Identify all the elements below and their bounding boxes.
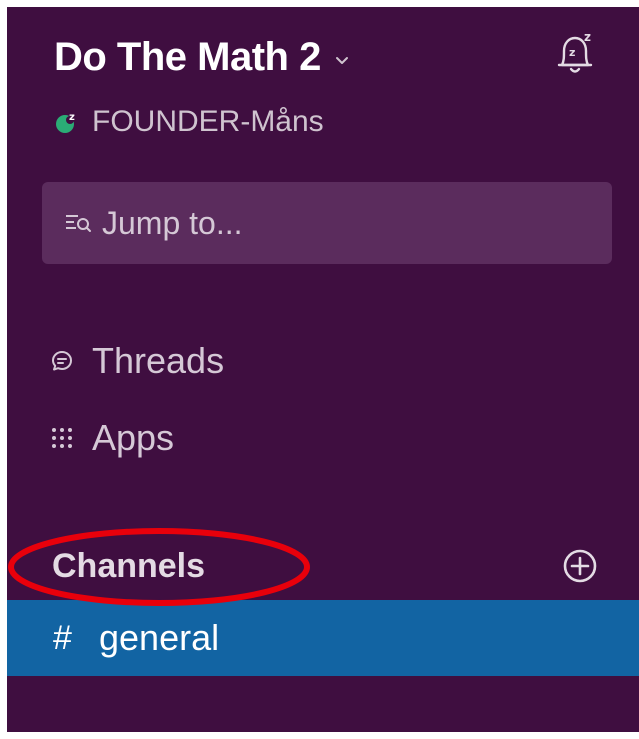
screenshot-frame: Do The Math 2 z z z FOUNDER-Måns Jump to… [0,0,639,739]
svg-text:z: z [584,30,591,44]
user-name: FOUNDER-Måns [92,105,324,138]
slack-sidebar: Do The Math 2 z z z FOUNDER-Måns Jump to… [7,7,639,732]
channels-section-header[interactable]: Channels [52,547,205,586]
jump-search-icon [66,215,91,232]
plus-circle-icon[interactable] [562,548,598,584]
apps-grid-icon [52,428,72,448]
channel-name: general [99,617,220,658]
channel-item-general[interactable]: # general [7,600,639,676]
jump-to-label: Jump to... [102,204,243,241]
sidebar-item-apps[interactable]: Apps [50,417,174,459]
chevron-down-icon [335,56,348,64]
threads-icon [52,351,72,371]
workspace-name: Do The Math 2 [54,35,321,79]
svg-text:z: z [569,46,575,59]
user-status[interactable]: z FOUNDER-Måns [54,105,324,139]
channel-hash-icon: # [53,618,72,657]
svg-text:z: z [69,112,75,123]
jump-to-button[interactable]: Jump to... [42,182,612,264]
sidebar-item-threads[interactable]: Threads [50,340,224,382]
bell-snooze-icon[interactable]: z z [553,29,595,77]
sidebar-item-label: Apps [92,417,175,458]
sidebar-item-label: Threads [92,340,225,381]
snoozed-presence-icon: z [56,112,75,133]
workspace-menu-button[interactable]: Do The Math 2 [54,35,349,80]
